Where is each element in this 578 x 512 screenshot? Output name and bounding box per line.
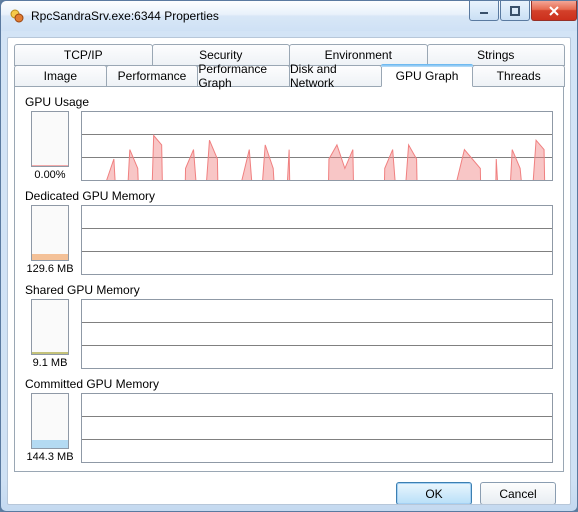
group-committed-gpu-memory: Committed GPU Memory 144.3 MB [25,377,553,463]
group-gpu-usage: GPU Usage 0.00% [25,95,553,181]
dialog-footer: OK Cancel [8,472,570,505]
gpu-usage-label: GPU Usage [25,95,553,109]
window-buttons [468,1,577,21]
gpu-usage-graph [81,111,553,181]
close-button[interactable] [531,1,577,21]
committed-graph [81,393,553,463]
dedicated-graph [81,205,553,275]
committed-current: 144.3 MB [25,393,75,463]
tab-gpu-graph[interactable]: GPU Graph [381,65,474,87]
cancel-button[interactable]: Cancel [480,482,556,505]
minimize-button[interactable] [469,1,499,21]
group-shared-gpu-memory: Shared GPU Memory 9.1 MB [25,283,553,369]
dedicated-current-value: 129.6 MB [26,263,73,275]
tab-page-gpu-graph: GPU Usage 0.00% Dedicated GPU Memory [14,86,564,472]
properties-window: RpcSandraSrv.exe:6344 Properties TCP/IP … [0,0,578,512]
committed-current-value: 144.3 MB [26,451,73,463]
tab-image[interactable]: Image [14,65,107,87]
app-icon [9,8,25,24]
gpu-usage-current: 0.00% [25,111,75,181]
tab-disk-and-network[interactable]: Disk and Network [289,65,382,87]
tab-performance[interactable]: Performance [106,65,199,87]
ok-button[interactable]: OK [396,482,472,505]
tab-performance-graph[interactable]: Performance Graph [197,65,290,87]
tab-strip: TCP/IP Security Environment Strings Imag… [8,38,570,472]
tab-row-2: Image Performance Performance Graph Disk… [14,65,564,86]
dedicated-label: Dedicated GPU Memory [25,189,553,203]
group-dedicated-gpu-memory: Dedicated GPU Memory 129.6 MB [25,189,553,275]
shared-label: Shared GPU Memory [25,283,553,297]
shared-graph [81,299,553,369]
dedicated-current: 129.6 MB [25,205,75,275]
shared-current: 9.1 MB [25,299,75,369]
shared-current-value: 9.1 MB [33,357,68,369]
maximize-button[interactable] [500,1,530,21]
tab-threads[interactable]: Threads [472,65,565,87]
tab-tcpip[interactable]: TCP/IP [14,44,153,66]
committed-label: Committed GPU Memory [25,377,553,391]
titlebar[interactable]: RpcSandraSrv.exe:6344 Properties [1,1,577,31]
client-area: TCP/IP Security Environment Strings Imag… [7,37,571,505]
tab-strings[interactable]: Strings [427,44,566,66]
gpu-usage-current-value: 0.00% [34,169,65,181]
